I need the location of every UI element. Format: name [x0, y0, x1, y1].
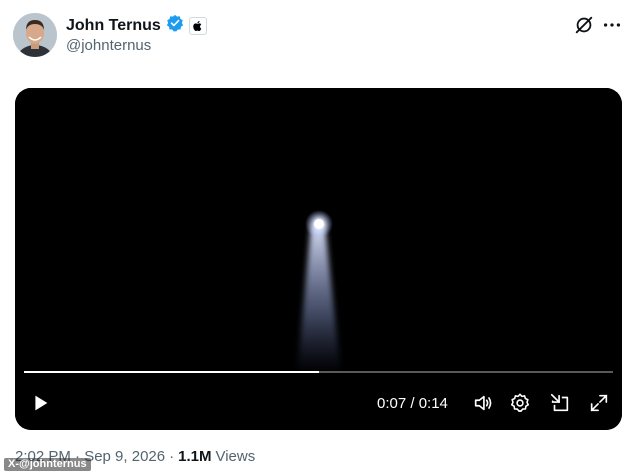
grok-icon[interactable] [573, 14, 595, 36]
views-count: 1.1M [178, 448, 212, 465]
video-controls: 0:07 / 0:14 [15, 385, 622, 425]
author-handle[interactable]: @johnternus [66, 37, 151, 54]
volume-icon[interactable] [472, 392, 494, 414]
settings-icon[interactable] [509, 392, 531, 414]
time-readout: 0:07 / 0:14 [377, 395, 448, 412]
play-icon[interactable] [29, 392, 51, 414]
more-icon[interactable] [601, 14, 623, 36]
source-watermark: X-@johnternus [4, 458, 91, 471]
video-frame [15, 88, 622, 430]
progress-bar[interactable] [24, 371, 613, 373]
meta-separator: · [169, 448, 175, 465]
video-player[interactable]: 0:07 / 0:14 [15, 88, 622, 430]
picture-in-picture-icon[interactable] [549, 392, 571, 414]
fullscreen-icon[interactable] [588, 392, 610, 414]
apple-logo-icon[interactable] [188, 16, 207, 35]
name-row: John Ternus [66, 14, 207, 37]
tweet-header: John Ternus @johnternus [0, 0, 634, 80]
avatar[interactable] [13, 13, 57, 57]
progress-fill [24, 371, 319, 373]
verified-badge-icon [166, 14, 184, 37]
display-name[interactable]: John Ternus [66, 17, 161, 35]
views-label: Views [215, 448, 256, 465]
